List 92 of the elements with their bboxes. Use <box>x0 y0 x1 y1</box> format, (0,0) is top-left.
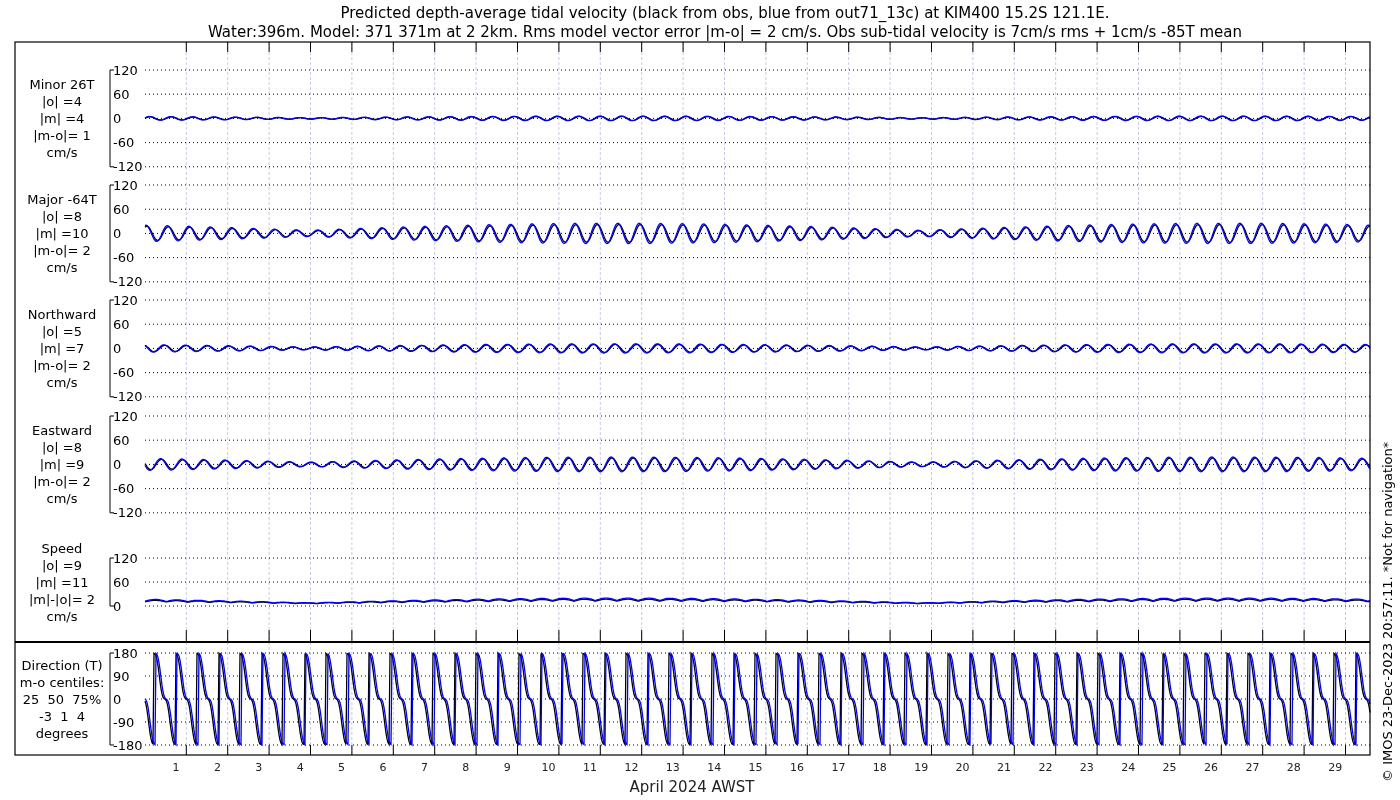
panel-label: Speed <box>41 541 83 556</box>
y-tick-label: 0 <box>113 598 122 614</box>
day-label: 16 <box>790 761 804 774</box>
panel-label: degrees <box>35 726 89 741</box>
panel-label: |o| =4 <box>42 94 82 110</box>
y-tick-label: 120 <box>113 177 138 193</box>
panel-label: |m| =11 <box>35 575 89 590</box>
panel-label: |m-o|= 2 <box>33 243 91 259</box>
y-tick-label: 0 <box>113 456 122 472</box>
day-label: 1 <box>172 761 180 774</box>
y-tick-label: 0 <box>113 691 122 707</box>
day-label: 19 <box>914 761 929 774</box>
chart-title: Water:396m. Model: 371 371m at 2 2km. Rms model vector error |m-o| = 2 cm/s. Obs sub-tidal velocity is 7cm/s rms + 1cm/s -85T mean <box>208 23 1242 41</box>
panel-label: cm/s <box>46 145 78 161</box>
y-tick-label: 0 <box>113 110 122 126</box>
day-label: 8 <box>462 761 470 774</box>
panel-label: |m| =9 <box>39 457 85 473</box>
y-tick-label: -60 <box>113 250 135 266</box>
day-label: 23 <box>1079 761 1094 774</box>
y-tick-label: -120 <box>113 505 143 521</box>
y-tick-label: 60 <box>113 86 130 102</box>
y-tick-label: -60 <box>113 481 135 497</box>
credit-text: © IMOS 23-Dec-2023 20:57:11. *Not for navigation* <box>1380 441 1395 782</box>
y-tick-label: 90 <box>113 668 130 684</box>
panel-label: |o| =9 <box>42 558 82 573</box>
panel-label: |m-o|= 1 <box>33 128 91 144</box>
y-tick-label: -120 <box>113 389 143 405</box>
panel-label: |m| =7 <box>39 341 85 357</box>
day-label: 9 <box>503 761 511 774</box>
day-label: 22 <box>1038 761 1053 774</box>
y-tick-label: 120 <box>113 292 138 308</box>
day-label: 17 <box>831 761 846 774</box>
panel-label: -3 1 4 <box>39 709 85 724</box>
panel-label: cm/s <box>46 260 78 276</box>
y-tick-label: 0 <box>113 340 122 356</box>
day-label: 4 <box>296 761 304 774</box>
day-label: 29 <box>1328 761 1343 774</box>
x-axis-title: April 2024 AWST <box>629 778 755 796</box>
panel-label: |o| =8 <box>42 440 82 456</box>
panel-label: |m| =10 <box>35 226 89 242</box>
day-label: 12 <box>624 761 639 774</box>
chart-title: Predicted depth-average tidal velocity (black from obs, blue from out71_13c) at KIM400 15.2S 121.1E. <box>340 4 1110 22</box>
y-tick-label: 60 <box>113 574 130 590</box>
y-tick-label: 0 <box>113 225 122 241</box>
day-label: 11 <box>583 761 597 774</box>
y-tick-label: -180 <box>113 737 143 753</box>
panel-label: |o| =8 <box>42 209 82 225</box>
y-tick-label: 60 <box>113 201 130 217</box>
day-label: 3 <box>255 761 263 774</box>
day-label: 10 <box>541 761 556 774</box>
day-label: 18 <box>872 761 887 774</box>
panel-label: 25 50 75% <box>22 692 102 707</box>
panel-label: |m-o|= 2 <box>33 474 91 490</box>
panel-label: |m-o|= 2 <box>33 358 91 374</box>
panel-label: Major -64T <box>27 192 97 208</box>
panel-label: m-o centiles: <box>19 675 105 690</box>
y-tick-label: -60 <box>113 135 135 151</box>
day-label: 5 <box>338 761 346 774</box>
day-label: 13 <box>665 761 680 774</box>
panel-label: |m| =4 <box>39 111 85 127</box>
panel-label: Northward <box>27 307 97 323</box>
day-label: 28 <box>1286 761 1301 774</box>
panel-label: Eastward <box>32 423 92 439</box>
day-label: 27 <box>1245 761 1260 774</box>
day-label: 2 <box>213 761 221 774</box>
y-tick-label: 60 <box>113 316 130 332</box>
panel-label: Direction (T) <box>21 658 103 673</box>
y-tick-label: 120 <box>113 408 138 424</box>
y-tick-label: 120 <box>113 550 138 566</box>
day-label: 15 <box>748 761 763 774</box>
panel-label: Minor 26T <box>29 77 95 93</box>
day-label: 14 <box>707 761 722 774</box>
day-label: 21 <box>997 761 1011 774</box>
panel-label: |m|-|o|= 2 <box>28 592 96 607</box>
day-label: 6 <box>379 761 387 774</box>
y-tick-label: 180 <box>113 645 138 661</box>
panel-label: cm/s <box>46 491 78 507</box>
y-tick-label: 60 <box>113 432 130 448</box>
y-tick-label: 120 <box>113 62 138 78</box>
y-tick-label: -60 <box>113 365 135 381</box>
panel-label: cm/s <box>46 375 78 391</box>
day-label: 25 <box>1162 761 1177 774</box>
y-tick-label: -120 <box>113 159 143 175</box>
day-label: 26 <box>1204 761 1218 774</box>
day-label: 7 <box>420 761 428 774</box>
day-label: 20 <box>955 761 970 774</box>
y-axis-line <box>109 557 115 607</box>
panel-label: cm/s <box>46 609 78 624</box>
y-tick-label: -120 <box>113 274 143 290</box>
y-tick-label: -90 <box>113 714 135 730</box>
day-label: 24 <box>1121 761 1136 774</box>
panel-label: |o| =5 <box>42 324 82 340</box>
